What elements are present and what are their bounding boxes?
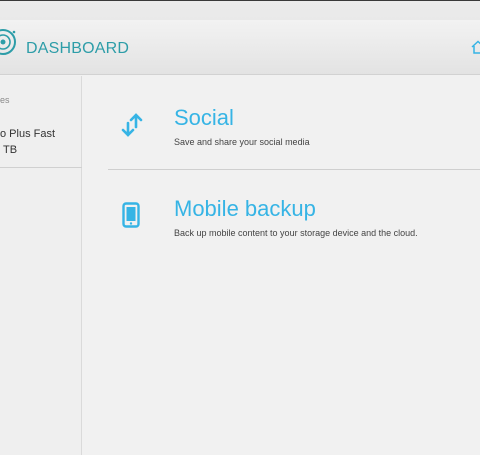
app-description: Save and share your social media [174, 137, 310, 147]
phone-icon [122, 202, 140, 228]
apps-panel: Social Save and share your social media … [83, 76, 480, 455]
app-item-mobile-backup[interactable]: Mobile backup Back up mobile content to … [83, 171, 480, 261]
window-top-strip [0, 0, 480, 20]
device-capacity: TB [3, 144, 18, 156]
app-description: Back up mobile content to your storage d… [174, 228, 418, 238]
wd-logo-icon[interactable] [0, 27, 18, 57]
app-title: Mobile backup [174, 196, 316, 221]
sidebar: es o Plus Fast TB [0, 76, 82, 455]
app-header: DASHBOARD [0, 20, 480, 75]
app-item-social[interactable]: Social Save and share your social media [83, 76, 480, 169]
home-icon[interactable] [471, 40, 480, 54]
dashboard-title[interactable]: DASHBOARD [26, 40, 129, 58]
share-arrows-icon [121, 113, 143, 137]
app-title: Social [174, 105, 234, 130]
sidebar-divider [0, 167, 82, 168]
row-divider [108, 169, 480, 170]
sidebar-device-item[interactable]: o Plus Fast TB [0, 126, 82, 168]
device-name: o Plus Fast [0, 128, 56, 140]
sidebar-heading: es [0, 95, 10, 105]
